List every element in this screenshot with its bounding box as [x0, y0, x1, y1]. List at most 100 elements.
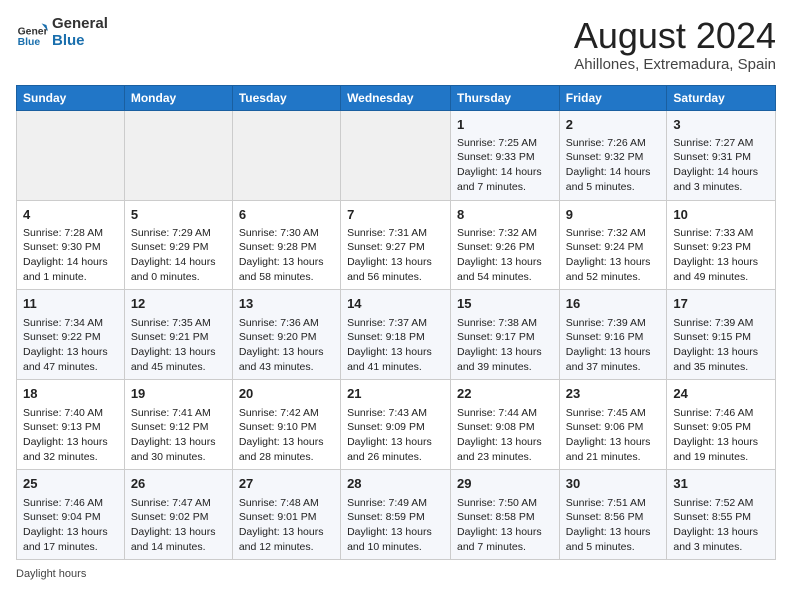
cell-info: Daylight: 13 hours and 32 minutes.: [23, 435, 118, 464]
cell-info: Sunrise: 7:31 AM: [347, 226, 444, 241]
cell-info: Sunset: 9:24 PM: [566, 240, 661, 255]
day-number: 3: [673, 116, 769, 134]
cell-info: Sunset: 9:22 PM: [23, 330, 118, 345]
cell-info: Sunrise: 7:48 AM: [239, 496, 334, 511]
cell-info: Sunrise: 7:46 AM: [23, 496, 118, 511]
cell-info: Sunset: 9:12 PM: [131, 420, 226, 435]
calendar-cell: 27Sunrise: 7:48 AMSunset: 9:01 PMDayligh…: [232, 470, 340, 560]
cell-info: Sunrise: 7:40 AM: [23, 406, 118, 421]
calendar-body: 1Sunrise: 7:25 AMSunset: 9:33 PMDaylight…: [17, 110, 776, 560]
cell-info: Sunrise: 7:42 AM: [239, 406, 334, 421]
cell-info: Daylight: 13 hours and 41 minutes.: [347, 345, 444, 374]
cell-info: Daylight: 13 hours and 5 minutes.: [566, 525, 661, 554]
cell-info: Sunset: 9:16 PM: [566, 330, 661, 345]
cell-info: Sunrise: 7:35 AM: [131, 316, 226, 331]
week-row-5: 25Sunrise: 7:46 AMSunset: 9:04 PMDayligh…: [17, 470, 776, 560]
cell-info: Sunset: 9:13 PM: [23, 420, 118, 435]
calendar-cell: 17Sunrise: 7:39 AMSunset: 9:15 PMDayligh…: [667, 290, 776, 380]
cell-info: Daylight: 13 hours and 47 minutes.: [23, 345, 118, 374]
svg-text:General: General: [18, 26, 48, 37]
cell-info: Sunset: 8:58 PM: [457, 510, 553, 525]
calendar-cell: 25Sunrise: 7:46 AMSunset: 9:04 PMDayligh…: [17, 470, 125, 560]
cell-info: Sunset: 9:06 PM: [566, 420, 661, 435]
day-number: 27: [239, 475, 334, 493]
day-number: 2: [566, 116, 661, 134]
calendar-cell: 26Sunrise: 7:47 AMSunset: 9:02 PMDayligh…: [124, 470, 232, 560]
calendar-cell: 3Sunrise: 7:27 AMSunset: 9:31 PMDaylight…: [667, 110, 776, 200]
cell-info: Sunset: 9:26 PM: [457, 240, 553, 255]
calendar-cell: 6 Sunrise: 7:30 AMSunset: 9:28 PMDaylight…: [232, 200, 340, 290]
calendar-cell: 18Sunrise: 7:40 AMSunset: 9:13 PMDayligh…: [17, 380, 125, 470]
calendar-cell: [341, 110, 451, 200]
day-number: 28: [347, 475, 444, 493]
calendar-cell: 8Sunrise: 7:32 AMSunset: 9:26 PMDaylight…: [451, 200, 560, 290]
calendar-cell: 30Sunrise: 7:51 AMSunset: 8:56 PMDayligh…: [559, 470, 667, 560]
day-number: 26: [131, 475, 226, 493]
cell-info: Sunset: 9:08 PM: [457, 420, 553, 435]
calendar-cell: 19Sunrise: 7:41 AMSunset: 9:12 PMDayligh…: [124, 380, 232, 470]
cell-info: Daylight: 13 hours and 49 minutes.: [673, 255, 769, 284]
calendar-cell: 5Sunrise: 7:29 AMSunset: 9:29 PMDaylight…: [124, 200, 232, 290]
cell-info: Daylight: 14 hours and 1 minute.: [23, 255, 118, 284]
cell-info: Sunset: 9:29 PM: [131, 240, 226, 255]
cell-info: Sunrise: 7:34 AM: [23, 316, 118, 331]
cell-info: Sunrise: 7:25 AM: [457, 136, 553, 151]
cell-info: Sunset: 9:02 PM: [131, 510, 226, 525]
day-number: 11: [23, 295, 118, 313]
cell-info: Sunset: 9:32 PM: [566, 150, 661, 165]
calendar-cell: 4Sunrise: 7:28 AMSunset: 9:30 PMDaylight…: [17, 200, 125, 290]
calendar-cell: 23Sunrise: 7:45 AMSunset: 9:06 PMDayligh…: [559, 380, 667, 470]
calendar-cell: 13Sunrise: 7:36 AMSunset: 9:20 PMDayligh…: [232, 290, 340, 380]
day-number: 19: [131, 385, 226, 403]
cell-info: Sunrise: 7:30 AM: [239, 226, 334, 241]
cell-info: Daylight: 13 hours and 17 minutes.: [23, 525, 118, 554]
cell-info: Sunrise: 7:27 AM: [673, 136, 769, 151]
day-number: 31: [673, 475, 769, 493]
week-row-1: 1Sunrise: 7:25 AMSunset: 9:33 PMDaylight…: [17, 110, 776, 200]
calendar-cell: 21Sunrise: 7:43 AMSunset: 9:09 PMDayligh…: [341, 380, 451, 470]
cell-info: Sunrise: 7:26 AM: [566, 136, 661, 151]
calendar-cell: 22Sunrise: 7:44 AMSunset: 9:08 PMDayligh…: [451, 380, 560, 470]
cell-info: Daylight: 13 hours and 19 minutes.: [673, 435, 769, 464]
cell-info: Sunset: 9:01 PM: [239, 510, 334, 525]
cell-info: Daylight: 13 hours and 35 minutes.: [673, 345, 769, 374]
cell-info: Sunrise: 7:29 AM: [131, 226, 226, 241]
cell-info: Sunrise: 7:32 AM: [566, 226, 661, 241]
calendar-cell: 1Sunrise: 7:25 AMSunset: 9:33 PMDaylight…: [451, 110, 560, 200]
day-number: 10: [673, 206, 769, 224]
cell-info: Sunset: 9:09 PM: [347, 420, 444, 435]
cell-info: Sunrise: 7:39 AM: [673, 316, 769, 331]
cell-info: Sunset: 9:15 PM: [673, 330, 769, 345]
day-number: 12: [131, 295, 226, 313]
cell-info: Sunset: 9:27 PM: [347, 240, 444, 255]
cell-info: Daylight: 13 hours and 56 minutes.: [347, 255, 444, 284]
day-number: 6: [239, 206, 334, 224]
cell-info: Daylight: 13 hours and 52 minutes.: [566, 255, 661, 284]
day-header-sunday: Sunday: [17, 85, 125, 110]
cell-info: Sunset: 9:31 PM: [673, 150, 769, 165]
cell-info: Sunrise: 7:32 AM: [457, 226, 553, 241]
cell-info: Daylight: 13 hours and 28 minutes.: [239, 435, 334, 464]
calendar-cell: 16Sunrise: 7:39 AMSunset: 9:16 PMDayligh…: [559, 290, 667, 380]
calendar-cell: 31Sunrise: 7:52 AMSunset: 8:55 PMDayligh…: [667, 470, 776, 560]
day-number: 13: [239, 295, 334, 313]
day-number: 7: [347, 206, 444, 224]
cell-info: Daylight: 13 hours and 23 minutes.: [457, 435, 553, 464]
cell-info: Daylight: 13 hours and 54 minutes.: [457, 255, 553, 284]
cell-info: Sunset: 9:21 PM: [131, 330, 226, 345]
cell-info: Daylight: 13 hours and 14 minutes.: [131, 525, 226, 554]
week-row-2: 4Sunrise: 7:28 AMSunset: 9:30 PMDaylight…: [17, 200, 776, 290]
cell-info: Sunset: 9:30 PM: [23, 240, 118, 255]
calendar-header: SundayMondayTuesdayWednesdayThursdayFrid…: [17, 85, 776, 110]
day-number: 25: [23, 475, 118, 493]
calendar-cell: 7 Sunrise: 7:31 AMSunset: 9:27 PMDaylight…: [341, 200, 451, 290]
daylight-hours-label: Daylight hours: [16, 568, 86, 580]
cell-info: Sunset: 9:18 PM: [347, 330, 444, 345]
day-number: 5: [131, 206, 226, 224]
calendar-cell: 28Sunrise: 7:49 AMSunset: 8:59 PMDayligh…: [341, 470, 451, 560]
cell-info: Daylight: 13 hours and 45 minutes.: [131, 345, 226, 374]
calendar-cell: 20Sunrise: 7:42 AMSunset: 9:10 PMDayligh…: [232, 380, 340, 470]
cell-info: Sunset: 8:59 PM: [347, 510, 444, 525]
cell-info: Sunset: 9:28 PM: [239, 240, 334, 255]
cell-info: Daylight: 13 hours and 58 minutes.: [239, 255, 334, 284]
